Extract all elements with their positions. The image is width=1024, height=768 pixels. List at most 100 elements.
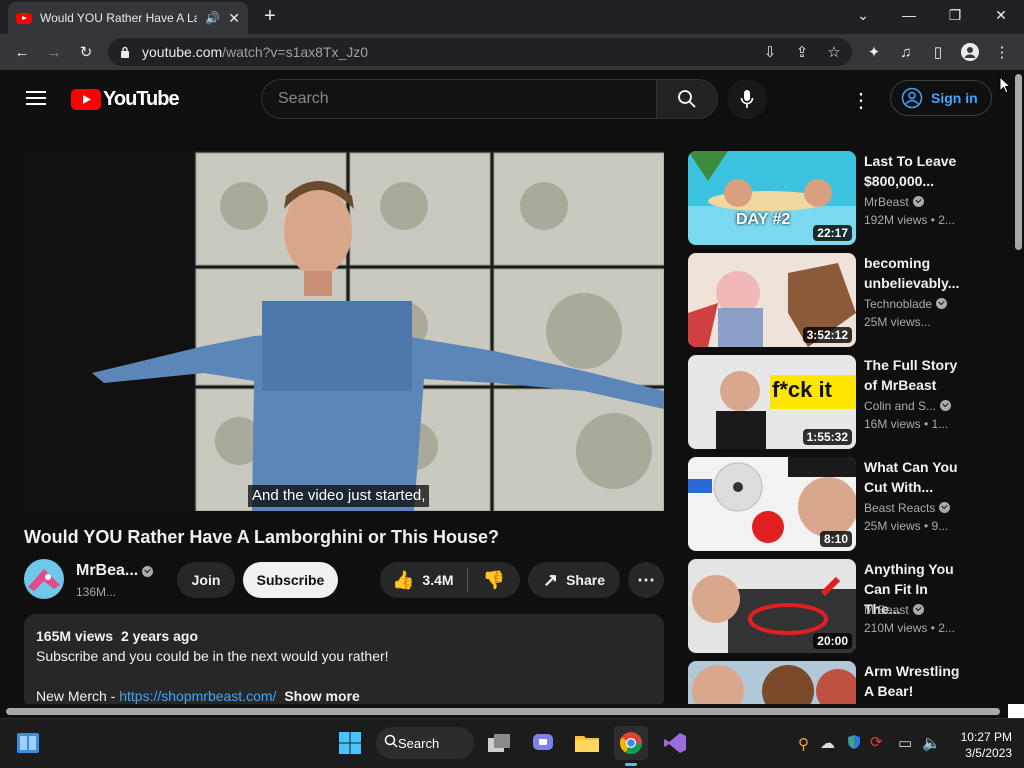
back-button[interactable]: ← bbox=[8, 38, 36, 66]
side-panel-icon[interactable]: ▯ bbox=[924, 38, 952, 66]
share-page-icon[interactable]: ⇪ bbox=[788, 38, 816, 66]
settings-more-icon[interactable]: ⋮ bbox=[850, 88, 872, 112]
search-icon bbox=[384, 734, 398, 751]
hamburger-menu-icon[interactable] bbox=[26, 90, 46, 106]
media-controls-icon[interactable]: ♫ bbox=[892, 38, 920, 66]
volume-icon[interactable]: 🔈 bbox=[922, 734, 941, 752]
share-icon: ↗ bbox=[542, 569, 559, 590]
search-tray-icon[interactable]: ⚲ bbox=[798, 735, 809, 753]
recommendation-meta: 192M views • 2... bbox=[864, 213, 955, 227]
show-more-button[interactable]: Show more bbox=[284, 688, 359, 704]
search-placeholder: Search bbox=[278, 90, 329, 107]
profile-icon[interactable] bbox=[956, 38, 984, 66]
recommendation-item[interactable]: 8:10 What Can You Cut With... Beast Reac… bbox=[688, 457, 988, 551]
video-frame bbox=[24, 151, 664, 511]
new-tab-button[interactable]: + bbox=[258, 4, 282, 28]
security-shield-icon[interactable] bbox=[846, 734, 862, 755]
youtube-logo[interactable]: YouTube bbox=[71, 87, 180, 111]
search-button[interactable] bbox=[656, 79, 718, 119]
dislike-button[interactable]: 👎 bbox=[468, 562, 520, 598]
share-button[interactable]: ↗ Share bbox=[528, 562, 620, 598]
tab-close-icon[interactable]: ✕ bbox=[228, 10, 240, 27]
video-duration: 3:52:12 bbox=[802, 327, 852, 343]
recommendation-item[interactable]: f*ck it 1:55:32 The Full Story of MrBeas… bbox=[688, 355, 988, 449]
clock-date: 3/5/2023 bbox=[965, 746, 1012, 760]
tab-search-chevron-icon[interactable]: ⌄ bbox=[840, 0, 886, 30]
sign-in-button[interactable]: Sign in bbox=[890, 80, 992, 116]
install-app-icon[interactable]: ⇩ bbox=[756, 38, 784, 66]
recommendation-channel: Technoblade bbox=[864, 297, 948, 311]
recommendation-title: What Can You Cut With... bbox=[864, 459, 958, 495]
mouse-cursor-icon bbox=[999, 75, 1012, 99]
verified-icon bbox=[912, 604, 924, 615]
youtube-favicon-icon bbox=[16, 12, 32, 24]
recommendation-item[interactable]: Arm Wrestling A Bear! bbox=[688, 661, 988, 704]
view-count: 165M views bbox=[36, 628, 114, 644]
video-player[interactable] bbox=[24, 151, 664, 511]
recommendation-channel: Colin and S... bbox=[864, 399, 952, 413]
recommendation-item[interactable]: DAY #2 22:17 Last To Leave $800,000... M… bbox=[688, 151, 988, 245]
video-title: Would YOU Rather Have A Lamborghini or T… bbox=[24, 527, 500, 547]
recommendation-meta: 25M views... bbox=[864, 315, 931, 329]
browser-tab[interactable]: Would YOU Rather Have A La 🔊 ✕ bbox=[8, 2, 248, 34]
recommendation-meta: 210M views • 2... bbox=[864, 621, 955, 635]
thumbnail-caption: DAY #2 bbox=[736, 211, 791, 228]
teams-chat-icon[interactable] bbox=[526, 726, 560, 760]
start-button[interactable] bbox=[333, 726, 367, 760]
thumbnail-caption: f*ck it bbox=[772, 377, 832, 402]
thumbs-up-icon: 👍 bbox=[392, 569, 415, 590]
recommendation-title: Last To Leave $800,000... bbox=[864, 153, 957, 189]
vertical-scrollbar-thumb[interactable] bbox=[1015, 74, 1022, 250]
video-duration: 1:55:32 bbox=[802, 429, 852, 445]
horizontal-scrollbar-thumb[interactable] bbox=[6, 708, 1000, 715]
url-path: /watch?v=s1ax8Tx_Jz0 bbox=[222, 44, 369, 60]
youtube-logo-text: YouTube bbox=[103, 87, 180, 110]
minimize-button[interactable]: — bbox=[886, 0, 932, 30]
verified-icon bbox=[936, 298, 948, 309]
onedrive-icon[interactable]: ☁ bbox=[820, 734, 835, 752]
display-icon[interactable]: ▭ bbox=[898, 734, 912, 752]
update-icon[interactable]: ⟳ bbox=[870, 733, 883, 751]
task-view-icon[interactable] bbox=[482, 726, 516, 760]
chrome-taskbar-icon[interactable] bbox=[614, 726, 648, 760]
subscribe-button[interactable]: Subscribe bbox=[243, 562, 338, 598]
merch-link[interactable]: https://shopmrbeast.com/ bbox=[119, 688, 276, 704]
video-description[interactable]: 165M views 2 years ago Subscribe and you… bbox=[24, 614, 664, 710]
like-button[interactable]: 👍 3.4M bbox=[380, 562, 468, 598]
join-button[interactable]: Join bbox=[177, 562, 235, 598]
voice-search-button[interactable] bbox=[727, 79, 767, 119]
clock-time: 10:27 PM bbox=[960, 730, 1012, 744]
video-thumbnail: 8:10 bbox=[688, 457, 856, 551]
recommendation-channel: MrBeast bbox=[864, 603, 924, 617]
merch-prefix: New Merch - bbox=[36, 688, 120, 704]
chrome-menu-icon[interactable]: ⋮ bbox=[988, 38, 1016, 66]
search-input[interactable]: Search bbox=[261, 79, 656, 119]
channel-avatar[interactable] bbox=[24, 559, 64, 599]
close-window-button[interactable]: ✕ bbox=[978, 0, 1024, 30]
clock[interactable]: 10:27 PM 3/5/2023 bbox=[950, 729, 1012, 761]
video-caption: And the video just started, bbox=[248, 485, 430, 507]
video-duration: 8:10 bbox=[819, 531, 852, 547]
recommendation-item[interactable]: 3:52:12 becoming unbelievably... Technob… bbox=[688, 253, 988, 347]
forward-button[interactable]: → bbox=[40, 38, 68, 66]
reload-button[interactable]: ↻ bbox=[72, 38, 100, 66]
video-thumbnail: 3:52:12 bbox=[688, 253, 856, 347]
video-duration: 20:00 bbox=[813, 633, 852, 649]
restore-button[interactable]: ❐ bbox=[932, 0, 978, 30]
visual-studio-icon[interactable] bbox=[658, 726, 692, 760]
audio-playing-icon[interactable]: 🔊 bbox=[205, 11, 220, 25]
file-explorer-icon[interactable] bbox=[570, 726, 604, 760]
sign-in-label: Sign in bbox=[931, 90, 978, 106]
taskbar-search[interactable]: Search bbox=[376, 727, 474, 759]
extensions-icon[interactable]: ✦ bbox=[860, 38, 888, 66]
more-actions-button[interactable]: ⋯ bbox=[628, 562, 664, 598]
address-bar[interactable]: youtube.com/watch?v=s1ax8Tx_Jz0 bbox=[108, 38, 852, 66]
lock-icon bbox=[120, 45, 130, 58]
recommendation-meta: 25M views • 9... bbox=[864, 519, 949, 533]
widgets-icon[interactable] bbox=[11, 726, 45, 760]
upload-age: 2 years ago bbox=[120, 628, 199, 644]
channel-name[interactable]: MrBea... bbox=[76, 562, 154, 580]
microphone-icon bbox=[740, 90, 754, 108]
bookmark-star-icon[interactable]: ☆ bbox=[820, 38, 848, 66]
recommendation-item[interactable]: 20:00 Anything You Can Fit In The... MrB… bbox=[688, 559, 988, 653]
